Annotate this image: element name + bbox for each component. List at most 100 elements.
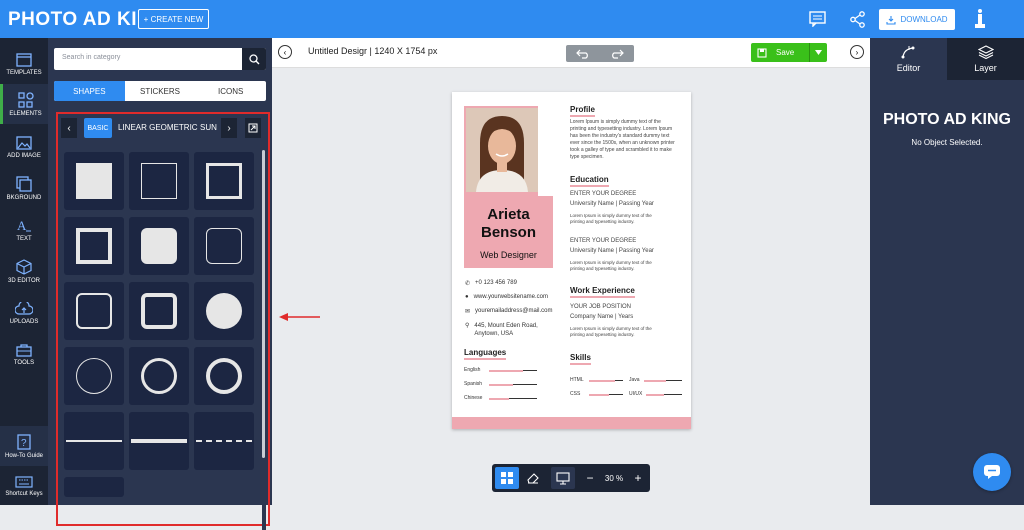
tab-stickers[interactable]: STICKERS [125,81,196,101]
category-linear-geometric[interactable]: LINEAR GEOMETRIC [118,123,198,132]
comment-icon[interactable] [808,10,826,28]
collapse-left-button[interactable]: ‹ [278,45,292,59]
education-text-2[interactable]: Lorem Ipsum is simply dummy text of the … [570,260,662,272]
shape-thick-square[interactable] [64,217,124,275]
nav-3d-editor[interactable]: 3D EDITOR [0,251,48,291]
shape-line-thick[interactable] [129,412,189,470]
nav-shortcut-keys[interactable]: Shortcut Keys [0,466,48,506]
grid-view-button[interactable] [495,467,519,489]
search-box[interactable]: Search in category [54,48,266,70]
category-sun[interactable]: SUN [200,123,220,132]
lang-english[interactable]: English [464,367,480,373]
skill-java[interactable]: Java [629,377,640,383]
location-icon: ⚲ [465,323,470,329]
shape-partial[interactable] [64,477,124,497]
languages-heading[interactable]: Languages [464,348,507,360]
nav-tools[interactable]: TOOLS [0,334,48,374]
work-text[interactable]: Lorem Ipsum is simply dummy text of the … [570,326,662,338]
resume-page[interactable]: Arieta Benson Web Designer ✆ +0 123 456 7… [452,92,691,429]
redo-button[interactable] [600,45,634,62]
create-new-button[interactable]: + CREATE NEW [138,9,209,29]
website[interactable]: www.yourwebsitename.com [474,294,548,300]
email[interactable]: youremailaddress@mail.com [475,308,552,315]
profile-heading[interactable]: Profile [570,105,595,117]
company-name[interactable]: Company Name | Years [570,314,633,321]
skill-css[interactable]: CSS [570,391,580,397]
document-title[interactable]: Untitled Desigr | 1240 X 1754 px [308,46,437,56]
nav-elements[interactable]: ELEMENTS [0,84,48,124]
shape-rounded-thick-square[interactable] [129,282,189,340]
tab-editor[interactable]: Editor [870,38,947,80]
zoom-out-button[interactable]: − [581,467,599,489]
lang-spanish[interactable]: Spanish [464,381,482,387]
shape-rounded-square[interactable] [64,282,124,340]
category-prev-button[interactable]: ‹ [61,118,77,138]
shape-filled-circle[interactable] [194,282,254,340]
zoom-in-button[interactable]: + [629,467,647,489]
collapse-right-button[interactable]: › [850,45,864,59]
shape-outline-square[interactable] [194,152,254,210]
university-1[interactable]: University Name | Passing Year [570,201,654,208]
nav-add-image[interactable]: ADD IMAGE [0,127,48,167]
profile-text[interactable]: Lorem Ipsum is simply dummy text of the … [570,119,678,161]
shape-outline-circle[interactable] [129,347,189,405]
eraser-button[interactable] [521,467,545,489]
address-line1[interactable]: 445, Mount Eden Road, [474,323,537,329]
shapes-scrollbar[interactable] [262,150,266,530]
work-heading[interactable]: Work Experience [570,286,635,298]
expand-button[interactable] [245,118,261,138]
shape-rounded-outline-square[interactable] [194,217,254,275]
job-title[interactable]: Web Designer [464,246,553,264]
chat-button[interactable] [973,453,1011,491]
undo-button[interactable] [566,45,600,62]
shape-thick-circle[interactable] [194,347,254,405]
tab-layer[interactable]: Layer [947,38,1024,80]
tab-shapes[interactable]: SHAPES [54,81,125,101]
shape-rounded-filled-square[interactable] [129,217,189,275]
lang-chinese[interactable]: Chinese [464,395,482,401]
degree-2[interactable]: ENTER YOUR DEGREE [570,238,636,245]
skill-uiux[interactable]: UI/UX [629,391,642,397]
save-button[interactable]: Save [751,43,827,62]
scroll-thumb[interactable] [262,150,265,458]
nav-background[interactable]: BKGROUND [0,168,48,208]
category-bar: ‹ BASIC LINEAR GEOMETRIC SUN › [58,118,268,138]
nav-how-to-guide[interactable]: ? How-To Guide [0,426,48,466]
lang-bar-pink [489,370,523,372]
nav-text[interactable]: A TEXT [0,210,48,250]
svg-text:?: ? [21,438,27,449]
present-button[interactable] [551,467,575,489]
lang-bar [509,398,537,399]
skills-heading[interactable]: Skills [570,353,591,365]
skill-html[interactable]: HTML [570,377,584,383]
shape-outline-square-thin[interactable] [129,152,189,210]
left-nav: TEMPLATES ELEMENTS ADD IMAGE BKGROUND A … [0,38,48,505]
shape-outline-circle-thin[interactable] [64,347,124,405]
share-icon[interactable] [848,10,866,28]
nav-how-to-guide-label: How-To Guide [4,452,43,459]
last-name[interactable]: Benson [464,224,553,242]
address-line2[interactable]: Anytown, USA [474,331,513,337]
user-icon[interactable] [972,8,988,30]
category-next-button[interactable]: › [221,118,237,138]
category-basic[interactable]: BASIC [84,118,112,138]
search-button[interactable] [242,48,266,70]
tab-icons[interactable]: ICONS [195,81,266,101]
education-heading[interactable]: Education [570,175,609,187]
first-name[interactable]: Arieta [464,206,553,224]
job-position[interactable]: YOUR JOB POSITION [570,304,631,311]
download-button[interactable]: DOWNLOAD [879,9,955,30]
shape-line-dashed[interactable] [194,412,254,470]
shape-line-thin[interactable] [64,412,124,470]
university-2[interactable]: University Name | Passing Year [570,248,654,255]
profile-photo[interactable] [466,108,538,192]
text-icon: A [17,219,31,233]
save-dropdown-button[interactable] [809,43,827,62]
degree-1[interactable]: ENTER YOUR DEGREE [570,191,636,198]
shape-filled-square[interactable] [64,152,124,210]
nav-templates[interactable]: TEMPLATES [0,44,48,84]
skill-bar-pink [646,394,664,396]
nav-uploads[interactable]: UPLOADS [0,293,48,333]
education-text-1[interactable]: Lorem Ipsum is simply dummy text of the … [570,213,662,225]
phone[interactable]: +0 123 456 789 [475,280,517,287]
